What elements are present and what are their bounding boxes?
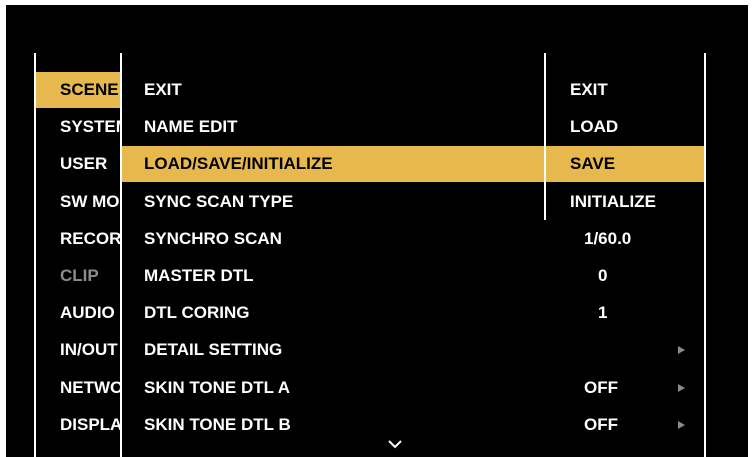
menu-item-master-dtl[interactable]: MASTER DTL [122, 258, 544, 294]
triangle-right-icon [678, 383, 685, 392]
chevron-down-icon[interactable] [388, 439, 402, 449]
menu-item-detail-setting[interactable]: DETAIL SETTING [122, 332, 544, 368]
triangle-right-icon [678, 346, 685, 355]
menu-screen: SCENESYSTEMUSERSW MODERECORDING CLIP AUDIO… [6, 5, 748, 457]
value-master-dtl: 0 [546, 258, 704, 294]
option-label: SAVE [570, 154, 616, 174]
left-menu-item-user[interactable]: USER [36, 146, 120, 182]
value-label: 0 [598, 266, 608, 285]
option-save[interactable]: SAVE [546, 146, 704, 183]
menu-item-name-edit[interactable]: NAME EDIT [122, 109, 544, 145]
option-label: LOAD [570, 117, 619, 137]
left-menu-item-network[interactable]: NETWORK [36, 370, 120, 406]
left-menu-item-clip: CLIP [60, 266, 99, 285]
option-exit[interactable]: EXIT [546, 72, 704, 108]
value-dtl-coring: 1 [546, 295, 704, 331]
value-label: 1 [598, 303, 608, 323]
option-initialize[interactable]: INITIALIZE [546, 184, 704, 220]
menu-item-skin-tone-dtl-a[interactable]: SKIN TONE DTL A [122, 370, 544, 406]
left-menu-item-audio[interactable]: AUDIO [36, 295, 120, 331]
menu-item-sync-scan-type[interactable]: SYNC SCAN TYPE [122, 184, 544, 220]
value-label: OFF [584, 414, 618, 434]
option-label: EXIT [570, 80, 608, 99]
menu-item-exit[interactable]: EXIT [122, 72, 544, 108]
menu-item-load-save-initialize[interactable]: LOAD/SAVE/INITIALIZE [122, 146, 544, 183]
left-menu-item-system[interactable]: SYSTEM [36, 109, 120, 145]
menu-item-dtl-coring[interactable]: DTL CORING [122, 295, 544, 331]
left-menu-item-sw-mode[interactable]: SW MODE [36, 184, 120, 220]
triangle-right-icon [678, 420, 685, 429]
menu-item-skin-tone-dtl-b[interactable]: SKIN TONE DTL B [122, 407, 544, 443]
left-menu-item-display[interactable]: DISPLAY [36, 407, 120, 443]
option-label: INITIALIZE [570, 191, 656, 211]
left-menu-item-scene[interactable]: SCENE [36, 72, 120, 108]
menu-item-synchro-scan[interactable]: SYNCHRO SCAN [122, 221, 544, 257]
value-label: OFF [584, 377, 618, 397]
option-load[interactable]: LOAD [546, 109, 704, 145]
left-menu-item-in-out[interactable]: IN/OUT [36, 332, 120, 368]
right-divider [704, 53, 706, 457]
value-label: 1/60.0 [584, 228, 632, 248]
value-synchro-scan: 1/60.0 [546, 221, 704, 257]
left-menu-item-recording[interactable]: RECORDING [36, 221, 120, 257]
